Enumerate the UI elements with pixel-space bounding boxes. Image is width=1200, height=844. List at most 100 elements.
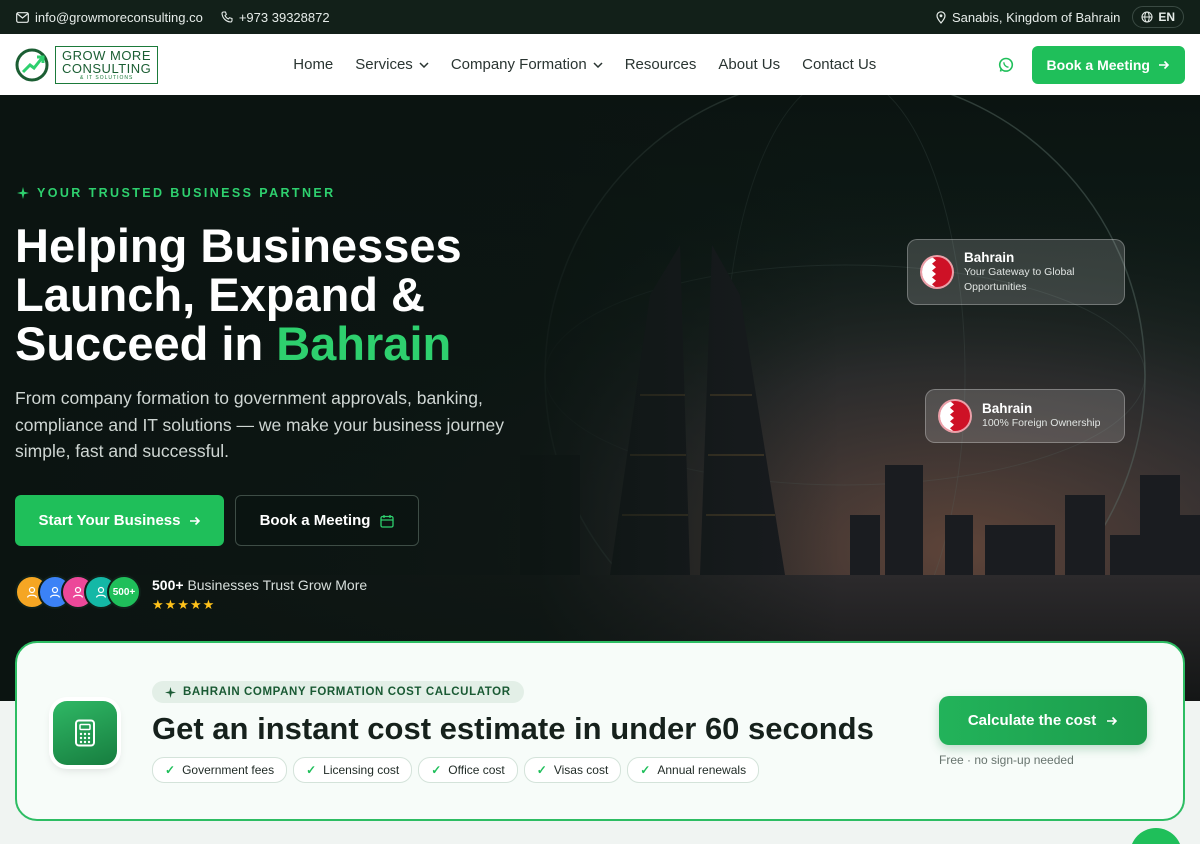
main-navbar: GROW MORE CONSULTING & IT SOLUTIONS Home… — [0, 34, 1200, 95]
calculator-title: Get an instant cost estimate in under 60… — [152, 711, 874, 746]
button-label: Book a Meeting — [259, 512, 371, 529]
email-link[interactable]: info@growmoreconsulting.co — [16, 10, 203, 25]
feature-chip: ✓ Licensing cost — [293, 757, 413, 783]
hero-section: YOUR TRUSTED BUSINESS PARTNER Helping Bu… — [0, 95, 1200, 701]
location-text: Sanabis, Kingdom of Bahrain — [951, 9, 1121, 25]
chevron-down-icon — [419, 61, 429, 68]
logo-line-2: CONSULTING — [62, 60, 152, 76]
user-icon — [49, 586, 61, 598]
location-pin-icon — [936, 10, 946, 24]
client-avatars: 500+ — [15, 575, 141, 609]
sparkle-icon — [165, 686, 176, 698]
logo-wordmark: GROW MORE CONSULTING & IT SOLUTIONS — [55, 45, 159, 84]
trust-text: 500+ Businesses Trust Grow More — [152, 577, 367, 593]
location: Sanabis, Kingdom of Bahrain — [936, 10, 1120, 25]
nav-label: Home — [293, 56, 334, 73]
badge-title: Bahrain — [982, 401, 1033, 416]
star-icon: ★ — [164, 597, 178, 612]
nav-item-services[interactable]: Services — [355, 56, 429, 73]
calculator-tag: BAHRAIN COMPANY FORMATION COST CALCULATO… — [152, 681, 524, 703]
check-icon: ✓ — [536, 763, 547, 777]
start-business-button[interactable]: Start Your Business — [15, 495, 224, 546]
badge-subtitle: Your Gateway to Global Opportunities — [964, 265, 1075, 293]
hero-eyebrow: YOUR TRUSTED BUSINESS PARTNER — [17, 186, 336, 200]
calendar-icon — [380, 514, 395, 528]
feature-chip: ✓ Annual renewals — [627, 757, 760, 783]
feature-chip: ✓ Visas cost — [523, 757, 622, 783]
globe-icon — [1141, 11, 1153, 23]
language-switcher[interactable]: EN — [1132, 6, 1184, 28]
logo-tagline: & IT SOLUTIONS — [79, 74, 134, 81]
bahrain-ownership-badge: Bahrain 100% Foreign Ownership — [925, 389, 1125, 443]
nav-label: Company Formation — [450, 56, 587, 73]
star-icon: ★ — [202, 597, 216, 612]
logo-line-1: GROW MORE — [62, 47, 151, 63]
calculator-feature-chips: ✓ Government fees ✓ Licensing cost ✓ Office… — [152, 757, 760, 783]
chip-label: Office cost — [448, 763, 505, 777]
phone-text: +973 39328872 — [238, 9, 330, 25]
star-icon: ★ — [152, 597, 165, 612]
bahrain-flag-icon — [938, 399, 972, 433]
headline-line-1: Helping Businesses — [15, 219, 462, 272]
calculator-note: Free · no sign-up needed — [939, 753, 1074, 767]
nav-label: Services — [355, 56, 413, 73]
bahrain-gateway-badge: Bahrain Your Gateway to Global Opportuni… — [907, 239, 1125, 305]
trust-count: 500+ — [152, 577, 184, 593]
arrow-right-icon — [189, 516, 200, 525]
badge-subtitle: 100% Foreign Ownership — [982, 417, 1101, 429]
chip-label: Annual renewals — [657, 763, 747, 777]
hero-subtitle: From company formation to government app… — [15, 388, 504, 461]
nav-item-contact-us[interactable]: Contact Us — [802, 56, 876, 73]
calculate-cost-button[interactable]: Calculate the cost — [939, 696, 1147, 745]
sparkle-icon — [17, 187, 29, 199]
feature-chip: ✓ Office cost — [418, 757, 518, 783]
nav-item-home[interactable]: Home — [293, 56, 333, 73]
headline-accent: Bahrain — [276, 317, 452, 370]
arrow-right-icon — [1107, 716, 1118, 725]
top-contact-bar: info@growmoreconsulting.co +973 39328872… — [0, 0, 1200, 34]
star-icon: ★ — [177, 597, 190, 612]
button-label: Calculate the cost — [967, 712, 1097, 729]
chip-label: Government fees — [182, 763, 275, 777]
book-meeting-hero-button[interactable]: Book a Meeting — [235, 495, 419, 546]
hero-headline: Helping Businesses Launch, Expand & Succ… — [15, 221, 575, 368]
calculator-icon — [53, 701, 117, 765]
nav-menu: Home Services Company Formation Resource… — [293, 56, 876, 73]
badge-title: Bahrain — [964, 249, 1015, 265]
headline-line-2: Launch, Expand & — [15, 268, 425, 321]
cost-calculator-card: BAHRAIN COMPANY FORMATION COST CALCULATO… — [15, 641, 1185, 821]
headline-line-3: Succeed in — [15, 317, 277, 370]
check-icon: ✓ — [640, 763, 651, 777]
trust-label: Businesses Trust Grow More — [187, 577, 368, 593]
user-icon — [95, 586, 107, 598]
nav-item-about-us[interactable]: About Us — [718, 56, 780, 73]
nav-label: About Us — [718, 56, 781, 73]
mail-icon — [16, 11, 29, 23]
avatar-count-badge: 500+ — [107, 575, 141, 609]
eyebrow-text: YOUR TRUSTED BUSINESS PARTNER — [37, 186, 336, 200]
star-icon: ★ — [189, 597, 203, 612]
nav-item-company-formation[interactable]: Company Formation — [451, 56, 603, 73]
calculator-tag-text: BAHRAIN COMPANY FORMATION COST CALCULATO… — [183, 686, 511, 698]
book-meeting-nav-button[interactable]: Book a Meeting — [1031, 45, 1185, 84]
button-label: Start Your Business — [38, 512, 181, 529]
check-icon: ✓ — [431, 763, 442, 777]
email-text: info@growmoreconsulting.co — [35, 9, 203, 25]
chip-label: Visas cost — [553, 763, 609, 777]
user-icon — [72, 586, 84, 598]
language-label: EN — [1158, 10, 1175, 24]
phone-icon — [221, 11, 233, 23]
nav-label: Resources — [624, 56, 697, 73]
feature-chip: ✓ Government fees — [152, 757, 288, 783]
phone-link[interactable]: +973 39328872 — [221, 10, 330, 25]
bahrain-flag-icon — [920, 255, 954, 289]
whatsapp-icon[interactable] — [998, 57, 1014, 73]
rating-stars: ★★★★★ — [152, 597, 215, 613]
logo-mark-icon — [15, 48, 49, 81]
button-label: Book a Meeting — [1046, 56, 1150, 73]
nav-item-resources[interactable]: Resources — [625, 56, 697, 73]
logo[interactable]: GROW MORE CONSULTING & IT SOLUTIONS — [15, 45, 159, 84]
chip-label: Licensing cost — [323, 763, 400, 777]
user-icon — [26, 586, 38, 598]
arrow-right-icon — [1159, 60, 1170, 69]
